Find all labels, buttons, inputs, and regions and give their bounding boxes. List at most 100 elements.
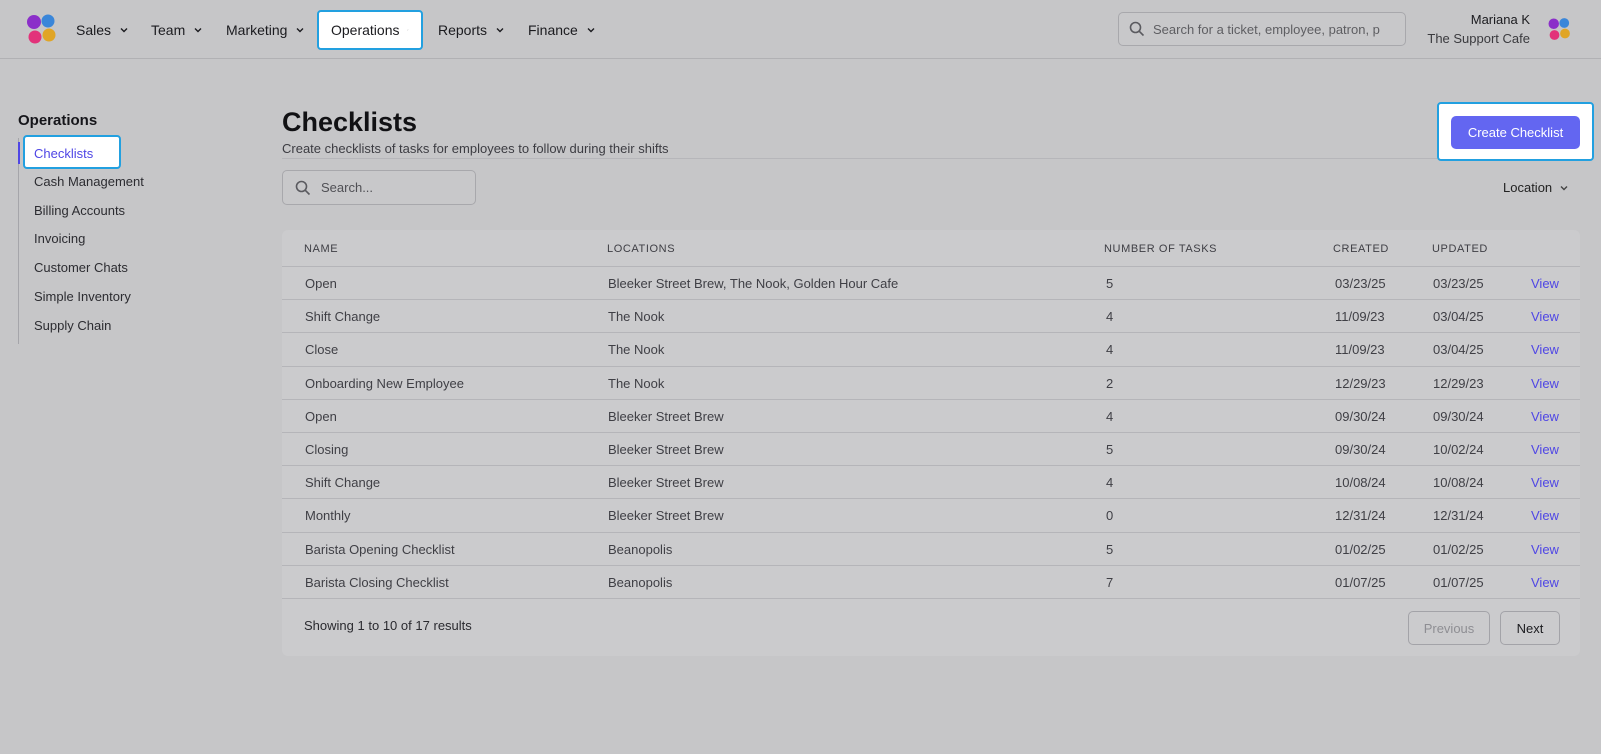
table-row: Monthly Bleeker Street Brew 0 12/31/24 12/31… — [282, 498, 1580, 531]
cell-number-of-tasks: 0 — [1106, 508, 1114, 524]
view-link[interactable]: View — [1531, 508, 1559, 523]
sidebar-item-cash-management[interactable]: Cash Management — [34, 174, 144, 189]
pagination-showing-word: Showing — [304, 618, 354, 633]
previous-page-button[interactable]: Previous — [1408, 611, 1490, 645]
pagination-to-word: to — [368, 618, 380, 633]
create-checklist-highlight: Create Checklist — [1437, 102, 1594, 161]
cell-created: 12/29/23 — [1335, 375, 1386, 391]
global-search-input[interactable] — [1153, 21, 1393, 37]
table-row: Barista Opening Checklist Beanopolis 5 01/0… — [282, 531, 1580, 565]
view-link[interactable]: View — [1531, 342, 1559, 357]
pagination-summary: Showing 1 to 10 of 17 results — [304, 618, 472, 633]
pinwheel-logo-icon[interactable] — [25, 13, 57, 45]
view-link[interactable]: View — [1531, 442, 1559, 457]
user-organization: The Support Cafe — [1427, 31, 1530, 46]
sidebar-item-billing-accounts[interactable]: Billing Accounts — [34, 203, 125, 218]
cell-created: 11/09/23 — [1335, 309, 1385, 325]
table-row: Shift Change Bleeker Street Brew 4 10/08/24… — [282, 465, 1580, 498]
chevron-down-icon — [194, 28, 202, 33]
nav-reports[interactable]: Reports — [426, 10, 517, 50]
checklists-table: Name Locations Number of Tasks Created U… — [282, 230, 1580, 656]
table-footer-divider — [282, 598, 1580, 599]
cell-number-of-tasks: 7 — [1106, 574, 1114, 590]
nav-operations[interactable]: Operations — [317, 10, 423, 50]
cell-number-of-tasks: 4 — [1106, 342, 1114, 358]
cell-number-of-tasks: 5 — [1106, 442, 1114, 457]
cell-name: Monthly — [305, 508, 351, 524]
column-header-name: Name — [304, 243, 339, 255]
cell-name: Open — [305, 408, 337, 424]
column-header-created: Created — [1333, 243, 1389, 255]
nav-team[interactable]: Team — [139, 10, 215, 50]
chevron-down-icon — [496, 28, 504, 33]
table-row: Shift Change The Nook 4 11/09/23 03/04/25 Vie… — [282, 299, 1580, 332]
cell-updated: 12/29/23 — [1433, 375, 1484, 391]
location-filter-dropdown[interactable]: Location — [1503, 180, 1569, 195]
cell-number-of-tasks: 5 — [1106, 276, 1114, 291]
cell-created: 01/07/25 — [1335, 574, 1386, 590]
nav-sales-label: Sales — [76, 22, 112, 38]
next-page-button[interactable]: Next — [1500, 611, 1560, 645]
nav-finance[interactable]: Finance — [516, 10, 608, 50]
cell-updated: 09/30/24 — [1433, 408, 1484, 424]
chevron-down-icon — [296, 28, 304, 33]
cell-locations: The Nook — [608, 309, 665, 325]
sidebar-item-customer-chats[interactable]: Customer Chats — [34, 260, 128, 275]
top-navigation-bar: Sales Team Marketing Operations Reports … — [0, 0, 1601, 59]
cell-locations: Bleeker Street Brew — [608, 508, 724, 524]
organization-avatar-icon[interactable] — [1547, 17, 1571, 41]
page-title: Checklists — [282, 107, 418, 137]
global-search-box[interactable] — [1118, 12, 1406, 46]
cell-updated: 10/02/24 — [1433, 442, 1484, 457]
nav-finance-label: Finance — [528, 22, 578, 38]
table-row: Closing Bleeker Street Brew 5 09/30/24 10/02… — [282, 432, 1580, 465]
pagination-to: 10 — [382, 618, 398, 633]
sidebar-item-simple-inventory[interactable]: Simple Inventory — [34, 289, 131, 304]
cell-name: Closing — [305, 442, 349, 457]
nav-sales[interactable]: Sales — [64, 10, 141, 50]
cell-number-of-tasks: 4 — [1106, 408, 1114, 424]
cell-updated: 03/04/25 — [1433, 309, 1484, 325]
view-link[interactable]: View — [1531, 376, 1559, 391]
cell-number-of-tasks: 5 — [1106, 541, 1114, 557]
pagination-of-word: of — [400, 618, 412, 633]
checklist-search-box[interactable] — [282, 170, 476, 205]
sidebar-active-marker — [18, 142, 20, 164]
create-checklist-button[interactable]: Create Checklist — [1451, 116, 1580, 149]
view-link[interactable]: View — [1531, 309, 1559, 324]
view-link[interactable]: View — [1531, 276, 1559, 291]
table-row: Onboarding New Employee The Nook 2 12/29/23… — [282, 365, 1580, 399]
nav-operations-label: Operations — [331, 22, 400, 38]
pagination-total: 17 — [415, 618, 430, 633]
column-header-updated: Updated — [1432, 243, 1488, 255]
cell-created: 03/23/25 — [1335, 276, 1386, 291]
chevron-down-icon — [1560, 185, 1568, 190]
nav-marketing[interactable]: Marketing — [214, 10, 317, 50]
view-link[interactable]: View — [1531, 542, 1559, 557]
user-name[interactable]: Mariana K — [1471, 12, 1530, 27]
cell-locations: Bleeker Street Brew — [608, 408, 724, 424]
view-link[interactable]: View — [1531, 475, 1559, 490]
cell-created: 01/02/25 — [1335, 541, 1386, 557]
chevron-down-icon — [120, 28, 128, 33]
cell-name: Barista Closing Checklist — [305, 574, 449, 590]
sidebar-item-checklists[interactable]: Checklists — [23, 135, 121, 169]
pagination-results-word: results — [433, 618, 472, 633]
cell-number-of-tasks: 4 — [1106, 309, 1114, 325]
sidebar-item-supply-chain[interactable]: Supply Chain — [34, 318, 111, 333]
nav-team-label: Team — [151, 22, 186, 38]
table-row: Open Bleeker Street Brew, The Nook, Golde… — [282, 266, 1580, 299]
view-link[interactable]: View — [1531, 409, 1559, 424]
cell-number-of-tasks: 2 — [1106, 375, 1114, 391]
cell-created: 09/30/24 — [1335, 442, 1386, 457]
cell-name: Shift Change — [305, 309, 381, 325]
sidebar-item-invoicing[interactable]: Invoicing — [34, 231, 85, 246]
cell-locations: Bleeker Street Brew — [608, 475, 724, 491]
cell-updated: 01/07/25 — [1433, 574, 1484, 590]
checklist-search-input[interactable] — [321, 180, 471, 195]
table-row: Barista Closing Checklist Beanopolis 7 01/0… — [282, 564, 1580, 598]
header-divider — [282, 158, 1437, 159]
cell-locations: Bleeker Street Brew — [608, 442, 724, 457]
view-link[interactable]: View — [1531, 575, 1559, 590]
cell-name: Shift Change — [305, 475, 381, 491]
